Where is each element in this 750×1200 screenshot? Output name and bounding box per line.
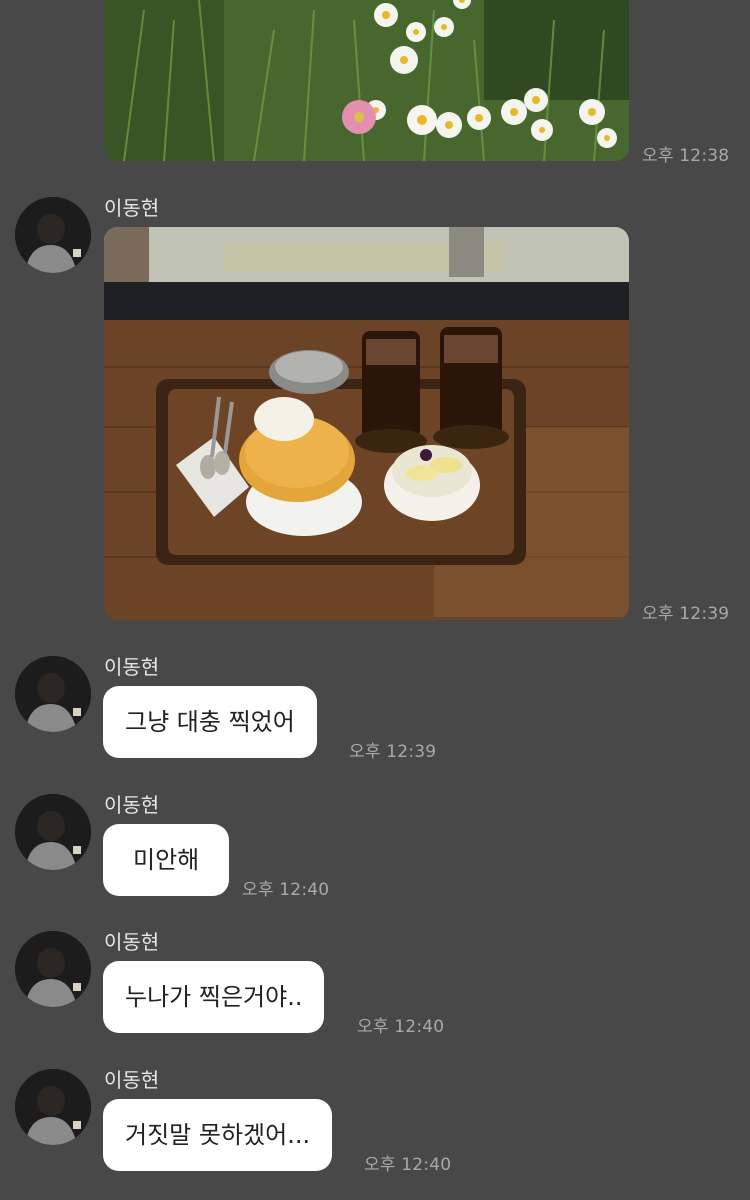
avatar-image bbox=[15, 656, 91, 732]
avatar[interactable] bbox=[15, 794, 91, 870]
message-bubble[interactable]: 그냥 대충 찍었어 bbox=[103, 686, 317, 758]
chat-window: 오후 12:38 이동현 오후 12:39 이동현 그냥 대충 찍었어 오후 1… bbox=[0, 0, 750, 1200]
flower-photo[interactable] bbox=[104, 0, 629, 161]
timestamp: 오후 12:40 bbox=[357, 1017, 445, 1037]
avatar[interactable] bbox=[15, 1069, 91, 1145]
avatar[interactable] bbox=[15, 197, 91, 273]
message-bubble[interactable]: 누나가 찍은거야.. bbox=[103, 961, 325, 1033]
avatar-image bbox=[15, 197, 91, 273]
message-bubble[interactable]: 미안해 bbox=[103, 824, 230, 896]
avatar[interactable] bbox=[15, 656, 91, 732]
sender-name: 이동현 bbox=[104, 793, 160, 817]
sender-name: 이동현 bbox=[104, 930, 160, 954]
cafe-dessert-photo[interactable] bbox=[104, 227, 629, 620]
avatar-image bbox=[15, 931, 91, 1007]
timestamp: 오후 12:40 bbox=[364, 1155, 452, 1175]
timestamp: 오후 12:38 bbox=[642, 146, 730, 166]
cafe-dessert-photo-image bbox=[104, 227, 629, 620]
avatar[interactable] bbox=[15, 931, 91, 1007]
flower-photo-image bbox=[104, 0, 629, 161]
avatar-image bbox=[15, 794, 91, 870]
sender-name: 이동현 bbox=[104, 1068, 160, 1092]
timestamp: 오후 12:40 bbox=[242, 880, 330, 900]
sender-name: 이동현 bbox=[104, 196, 160, 220]
timestamp: 오후 12:39 bbox=[349, 742, 437, 762]
avatar-image bbox=[15, 1069, 91, 1145]
message-bubble[interactable]: 거짓말 못하겠어... bbox=[103, 1099, 333, 1171]
timestamp: 오후 12:39 bbox=[642, 604, 730, 624]
sender-name: 이동현 bbox=[104, 655, 160, 679]
